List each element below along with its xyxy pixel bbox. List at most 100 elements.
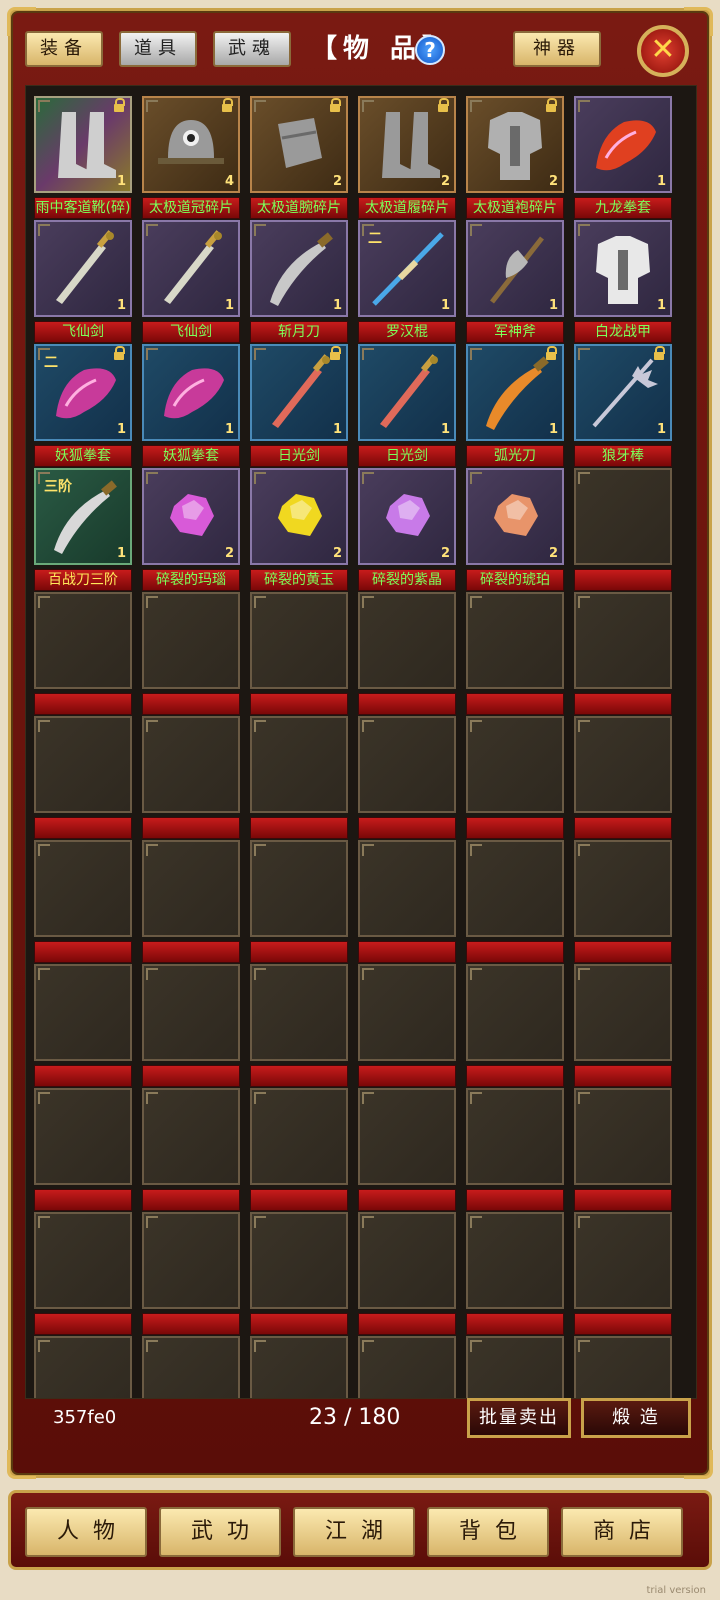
inventory-slot[interactable]: 2 太极道腕碎片 [250, 96, 348, 220]
slot-frame: 1 [250, 220, 348, 317]
inventory-slot[interactable] [250, 1088, 348, 1212]
artifact-button[interactable]: 神器 [513, 31, 601, 67]
inventory-slot[interactable]: 2 碎裂的琥珀 [466, 468, 564, 592]
close-icon[interactable]: ✕ [637, 25, 689, 77]
inventory-slot[interactable]: 1 飞仙剑 [142, 220, 240, 344]
inventory-slot[interactable] [34, 1088, 132, 1212]
inventory-slot[interactable]: 1 日光剑 [250, 344, 348, 468]
inventory-slot[interactable] [466, 964, 564, 1088]
slot-frame [574, 1336, 672, 1398]
inventory-slot[interactable] [466, 716, 564, 840]
inventory-slot[interactable] [358, 592, 456, 716]
slot-frame: 1 [250, 344, 348, 441]
slot-frame: 2 [250, 96, 348, 193]
inventory-slot[interactable]: 2 碎裂的紫晶 [358, 468, 456, 592]
inventory-slot[interactable] [142, 964, 240, 1088]
inventory-slot[interactable]: 1 飞仙剑 [34, 220, 132, 344]
inventory-slot[interactable] [466, 1336, 564, 1398]
inventory-slot[interactable]: 1 斩月刀 [250, 220, 348, 344]
tab-props[interactable]: 道具 [119, 31, 197, 67]
inventory-slot[interactable] [358, 1088, 456, 1212]
inventory-slot[interactable] [574, 1212, 672, 1336]
slot-frame: 2 [466, 468, 564, 565]
nav-backpack[interactable]: 背包 [427, 1507, 549, 1557]
inventory-slot[interactable]: 二 1 妖狐拳套 [34, 344, 132, 468]
inventory-slot[interactable] [142, 1088, 240, 1212]
inventory-slot[interactable]: 4 太极道冠碎片 [142, 96, 240, 220]
nav-martial-arts[interactable]: 武功 [159, 1507, 281, 1557]
batch-sell-button[interactable]: 批量卖出 [467, 1398, 571, 1438]
inventory-slot[interactable] [466, 592, 564, 716]
slot-frame: 1 [358, 344, 456, 441]
inventory-slot[interactable]: 1 九龙拳套 [574, 96, 672, 220]
inventory-slot[interactable]: 1 弧光刀 [466, 344, 564, 468]
item-name [34, 817, 132, 839]
inventory-slot[interactable] [574, 468, 672, 592]
forge-button[interactable]: 煅 造 [581, 1398, 691, 1438]
nav-character[interactable]: 人物 [25, 1507, 147, 1557]
item-name: 碎裂的琥珀 [466, 569, 564, 591]
nav-jianghu[interactable]: 江湖 [293, 1507, 415, 1557]
frame-corner [7, 1450, 36, 1479]
watermark: trial version [646, 1585, 706, 1596]
sword-icon [164, 230, 222, 304]
inventory-slot[interactable] [250, 1212, 348, 1336]
inventory-slot[interactable] [574, 1088, 672, 1212]
inventory-slot[interactable] [34, 840, 132, 964]
inventory-slot[interactable] [358, 1212, 456, 1336]
inventory-slot[interactable] [574, 840, 672, 964]
inventory-slot[interactable] [250, 592, 348, 716]
inventory-slot[interactable] [574, 964, 672, 1088]
inventory-slot[interactable]: 1 军神斧 [466, 220, 564, 344]
inventory-slot[interactable] [34, 1212, 132, 1336]
inventory-slot[interactable] [142, 1212, 240, 1336]
item-count: 1 [332, 298, 342, 313]
inventory-slot[interactable] [250, 840, 348, 964]
inventory-slot[interactable]: 2 太极道履碎片 [358, 96, 456, 220]
inventory-slot[interactable]: 2 碎裂的玛瑙 [142, 468, 240, 592]
inventory-slot[interactable]: 2 太极道袍碎片 [466, 96, 564, 220]
item-name [358, 1065, 456, 1087]
inventory-slot[interactable] [250, 964, 348, 1088]
inventory-slot[interactable] [466, 1088, 564, 1212]
lock-icon [114, 346, 125, 360]
inventory-slot[interactable] [142, 1336, 240, 1398]
inventory-slot[interactable]: 1 白龙战甲 [574, 220, 672, 344]
slot-frame [466, 1336, 564, 1398]
tab-soul[interactable]: 武魂 [213, 31, 291, 67]
tab-equipment[interactable]: 装备 [25, 31, 103, 67]
inventory-slot[interactable]: 1 狼牙棒 [574, 344, 672, 468]
inventory-slot[interactable]: 1 日光剑 [358, 344, 456, 468]
inventory-slot[interactable] [34, 1336, 132, 1398]
inventory-slot[interactable]: 三阶 1 百战刀三阶 [34, 468, 132, 592]
item-name [142, 693, 240, 715]
slot-frame [466, 1212, 564, 1309]
item-name: 百战刀三阶 [34, 569, 132, 591]
inventory-slot[interactable] [34, 716, 132, 840]
inventory-slot[interactable] [358, 840, 456, 964]
inventory-slot[interactable] [142, 592, 240, 716]
nav-shop[interactable]: 商店 [561, 1507, 683, 1557]
inventory-slot[interactable] [574, 592, 672, 716]
inventory-slot[interactable]: 1 妖狐拳套 [142, 344, 240, 468]
inventory-slot[interactable] [34, 592, 132, 716]
inventory-slot[interactable] [142, 840, 240, 964]
inventory-slot[interactable]: 2 碎裂的黄玉 [250, 468, 348, 592]
help-icon[interactable]: ? [415, 35, 445, 65]
inventory-slot[interactable] [250, 1336, 348, 1398]
inventory-slot[interactable] [358, 964, 456, 1088]
inventory-slot[interactable]: 二 1 罗汉棍 [358, 220, 456, 344]
inventory-slot[interactable] [574, 1336, 672, 1398]
inventory-slot[interactable] [34, 964, 132, 1088]
inventory-slot[interactable] [358, 716, 456, 840]
inventory-slot[interactable] [466, 840, 564, 964]
gem-icon [494, 494, 538, 536]
inventory-slot[interactable]: 1 雨中客道靴(碎) [34, 96, 132, 220]
slot-frame [574, 1212, 672, 1309]
inventory-slot[interactable] [142, 716, 240, 840]
item-name [466, 1313, 564, 1335]
inventory-slot[interactable] [574, 716, 672, 840]
inventory-slot[interactable] [466, 1212, 564, 1336]
inventory-slot[interactable] [250, 716, 348, 840]
inventory-slot[interactable] [358, 1336, 456, 1398]
